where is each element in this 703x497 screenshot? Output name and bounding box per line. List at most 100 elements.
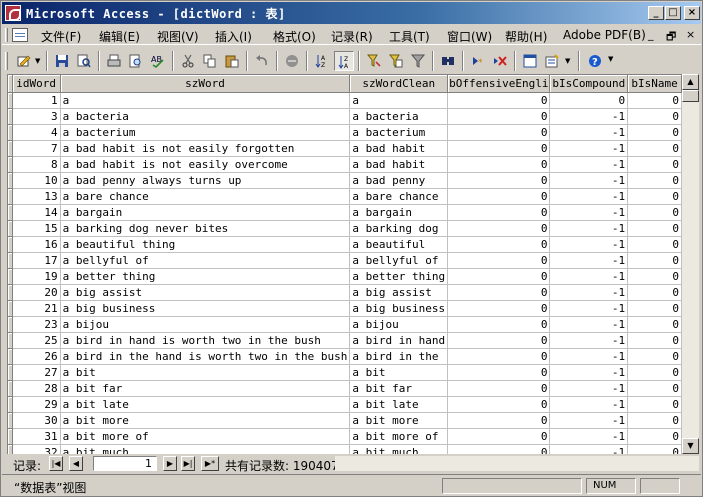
table-cell-idword[interactable]: 4	[12, 124, 61, 141]
table-cell-szword[interactable]: a bit more	[60, 412, 351, 429]
table-cell-szword[interactable]: a bit far	[60, 380, 351, 397]
table-cell-szword[interactable]: a bijou	[60, 316, 351, 333]
table-cell-idword[interactable]: 13	[12, 188, 61, 205]
table-cell-biscompound[interactable]: -1	[549, 300, 629, 317]
table-cell-szwordclean[interactable]: a bit late	[349, 396, 449, 413]
table-cell-biscompound[interactable]: -1	[549, 332, 629, 349]
current-record-input[interactable]: 1	[93, 456, 157, 471]
table-cell-boffensiveengli[interactable]: 0	[447, 300, 551, 317]
table-cell-szword[interactable]: a bare chance	[60, 188, 351, 205]
print-preview-icon[interactable]	[126, 51, 146, 71]
table-cell-szword[interactable]: a big business	[60, 300, 351, 317]
new-record-icon[interactable]: *	[468, 51, 488, 71]
table-cell-idword[interactable]: 15	[12, 220, 61, 237]
table-cell-biscompound[interactable]: -1	[549, 444, 629, 454]
table-cell-boffensiveengli[interactable]: 0	[447, 188, 551, 205]
new-record-button[interactable]: ▶*	[201, 456, 219, 471]
table-cell-szwordclean[interactable]: a better thing	[349, 268, 449, 285]
datasheet-icon[interactable]	[12, 28, 28, 42]
table-cell-szword[interactable]: a bit late	[60, 396, 351, 413]
table-cell-boffensiveengli[interactable]: 0	[447, 396, 551, 413]
horizontal-scroll-area[interactable]	[335, 456, 699, 471]
table-cell-idword[interactable]: 32	[12, 444, 61, 454]
hyperlink-icon[interactable]	[282, 51, 302, 71]
table-cell-boffensiveengli[interactable]: 0	[447, 140, 551, 157]
table-cell-biscompound[interactable]: -1	[549, 412, 629, 429]
table-cell-idword[interactable]: 1	[12, 92, 61, 109]
row-selector[interactable]	[8, 332, 13, 349]
row-selector[interactable]	[8, 396, 13, 413]
table-cell-biscompound[interactable]: -1	[549, 316, 629, 333]
table-row[interactable]: 31 a bit more of a bit more of 0 -1 0	[8, 428, 682, 445]
table-cell-idword[interactable]: 27	[12, 364, 61, 381]
row-selector[interactable]	[8, 220, 13, 237]
menu-format[interactable]: 格式(O)	[273, 28, 316, 45]
table-row[interactable]: 25 a bird in hand is worth two in the bus…	[8, 332, 682, 349]
table-cell-boffensiveengli[interactable]: 0	[447, 156, 551, 173]
row-selector[interactable]	[8, 364, 13, 381]
table-cell-szwordclean[interactable]: a bad habit	[349, 140, 449, 157]
table-cell-szwordclean[interactable]: a	[349, 92, 449, 109]
row-selector[interactable]	[8, 348, 13, 365]
menu-window[interactable]: 窗口(W)	[447, 28, 492, 45]
table-cell-bisname[interactable]: 0	[627, 108, 682, 125]
table-cell-bisname[interactable]: 0	[627, 140, 682, 157]
table-cell-bisname[interactable]: 0	[627, 332, 682, 349]
table-cell-biscompound[interactable]: -1	[549, 156, 629, 173]
title-bar[interactable]: Microsoft Access - [dictWord : 表] _ □ ×	[2, 2, 701, 24]
table-cell-boffensiveengli[interactable]: 0	[447, 348, 551, 365]
table-cell-szwordclean[interactable]: a bare chance	[349, 188, 449, 205]
sort-descending-icon[interactable]: ZA	[334, 51, 354, 71]
table-cell-boffensiveengli[interactable]: 0	[447, 108, 551, 125]
table-row[interactable]: 3a bacteria a bacteria 0 -1 0	[8, 108, 682, 125]
table-cell-idword[interactable]: 31	[12, 428, 61, 445]
sort-ascending-icon[interactable]: AZ	[312, 51, 332, 71]
table-row[interactable]: 16 a beautiful thing a beautiful 0 -1 0	[8, 236, 682, 253]
close-button[interactable]: ×	[684, 6, 700, 20]
spelling-icon[interactable]: AB	[148, 51, 168, 71]
table-cell-boffensiveengli[interactable]: 0	[447, 364, 551, 381]
table-cell-idword[interactable]: 14	[12, 204, 61, 221]
row-selector[interactable]	[8, 92, 13, 109]
table-cell-boffensiveengli[interactable]: 0	[447, 204, 551, 221]
table-cell-bisname[interactable]: 0	[627, 268, 682, 285]
scroll-thumb[interactable]	[682, 90, 699, 102]
table-cell-szword[interactable]: a bit	[60, 364, 351, 381]
help-icon[interactable]: ?	[585, 51, 605, 71]
table-cell-szwordclean[interactable]: a bit more	[349, 412, 449, 429]
table-cell-bisname[interactable]: 0	[627, 236, 682, 253]
view-dropdown-chevron-icon[interactable]: ▼	[35, 57, 40, 65]
table-cell-bisname[interactable]: 0	[627, 412, 682, 429]
table-cell-boffensiveengli[interactable]: 0	[447, 412, 551, 429]
table-cell-idword[interactable]: 29	[12, 396, 61, 413]
table-cell-idword[interactable]: 21	[12, 300, 61, 317]
table-cell-szwordclean[interactable]: a bit far	[349, 380, 449, 397]
maximize-button[interactable]: □	[665, 6, 681, 20]
table-cell-boffensiveengli[interactable]: 0	[447, 284, 551, 301]
table-row[interactable]: 13 a bare chance a bare chance 0 -1 0	[8, 188, 682, 205]
row-selector[interactable]	[8, 124, 13, 141]
table-cell-szword[interactable]: a bit more of	[60, 428, 351, 445]
table-cell-boffensiveengli[interactable]: 0	[447, 236, 551, 253]
new-object-dropdown-chevron-icon[interactable]: ▼	[565, 57, 570, 65]
table-cell-biscompound[interactable]: -1	[549, 108, 629, 125]
table-cell-bisname[interactable]: 0	[627, 396, 682, 413]
menu-tools[interactable]: 工具(T)	[389, 28, 430, 45]
table-cell-idword[interactable]: 26	[12, 348, 61, 365]
design-view-icon[interactable]	[14, 51, 34, 71]
table-cell-szword[interactable]: a bad habit is not easily forgotten	[60, 140, 351, 157]
table-row[interactable]: 15 a barking dog never bites a barking dog…	[8, 220, 682, 237]
row-selector[interactable]	[8, 412, 13, 429]
scroll-down-icon[interactable]: ▼	[682, 438, 699, 454]
table-cell-idword[interactable]: 8	[12, 156, 61, 173]
row-selector[interactable]	[8, 188, 13, 205]
row-selector[interactable]	[8, 156, 13, 173]
table-cell-szword[interactable]: a barking dog never bites	[60, 220, 351, 237]
table-cell-szword[interactable]: a big assist	[60, 284, 351, 301]
row-selector[interactable]	[8, 380, 13, 397]
menu-file[interactable]: 文件(F)	[41, 28, 81, 45]
table-cell-biscompound[interactable]: -1	[549, 220, 629, 237]
table-cell-bisname[interactable]: 0	[627, 156, 682, 173]
table-cell-bisname[interactable]: 0	[627, 284, 682, 301]
table-cell-szwordclean[interactable]: a bijou	[349, 316, 449, 333]
